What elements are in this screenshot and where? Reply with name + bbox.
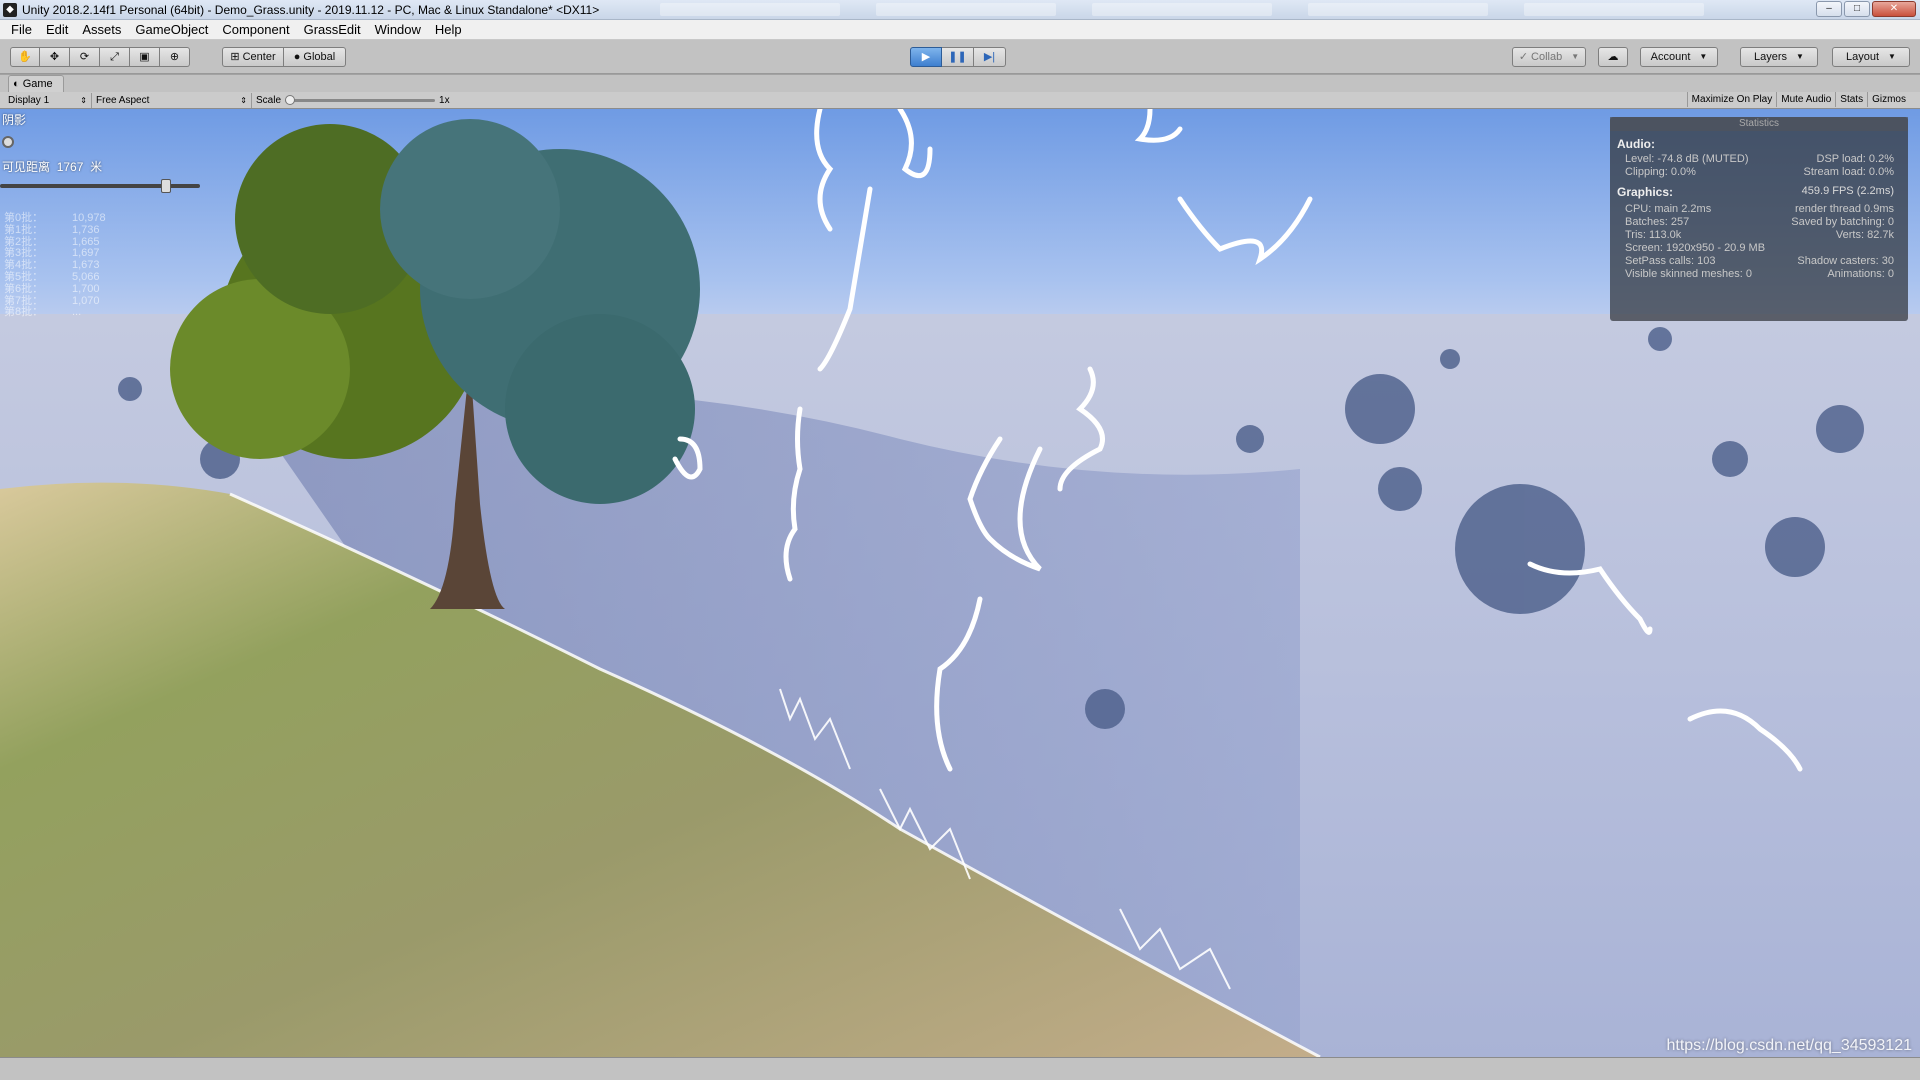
batch-counts: 第0批： 10,978 第1批： 1,736 第2批： 1,665 第3批： 1,697… [4,212,106,319]
stat-row: Visible skinned meshes: 0 Animations: 0 [1625,268,1894,280]
chevron-down-icon: ▼ [1699,52,1708,61]
rotate-icon: ⟳ [79,51,90,63]
tab-game[interactable]: ◐ Game [8,75,64,92]
aspect-dropdown[interactable]: Free Aspect ⇕ [92,92,252,108]
list-item: 第5批： 5,066 [4,270,100,283]
scale-control: Scale 1x [256,94,450,106]
pivot-tools: ⊞ Center ● Global [222,47,346,67]
hand-tool-button[interactable]: ✋ [10,47,40,67]
space-global-button[interactable]: ● Global [284,47,346,67]
stat-row: Batches: 257 Saved by batching: 0 [1625,216,1894,228]
menu-window[interactable]: Window [368,20,428,40]
rect-icon: ▣ [139,51,150,63]
chevron-down-icon: ▼ [1796,52,1804,61]
layers-dropdown[interactable]: Layers ▼ [1740,47,1818,67]
chevron-updown-icon: ⇕ [80,95,87,105]
statistics-header: Statistics [1610,117,1908,131]
chevron-down-icon: ▼ [1888,52,1896,61]
rect-tool-button[interactable]: ▣ [130,47,160,67]
check-icon: ✓ [1518,51,1529,63]
hand-icon: ✋ [18,51,32,63]
game-view-options: Maximize On Play Mute Audio Stats Gizmos [1686,92,1920,109]
cloud-icon: ☁ [1607,51,1619,63]
stats-toggle[interactable]: Stats [1835,92,1867,107]
menu-grassedit[interactable]: GrassEdit [297,20,368,40]
graphics-title-row: Graphics: 459.9 FPS (2.2ms) [1610,185,1908,199]
menu-help[interactable]: Help [428,20,469,40]
audio-title: Audio: [1617,137,1655,151]
unity-logo-icon: ◆ [3,2,17,17]
transform-icon: ⊕ [169,51,180,63]
chevron-updown-icon: ⇕ [240,95,247,105]
menu-file[interactable]: File [4,20,39,40]
close-button[interactable]: ✕ [1872,1,1916,17]
cloud-group: ☁ [1598,47,1628,67]
maximize-button[interactable]: □ [1844,1,1870,17]
mute-audio-toggle[interactable]: Mute Audio [1776,92,1835,107]
play-button[interactable]: ▶ [910,47,942,67]
layers-group: Layers ▼ [1740,47,1818,67]
stat-row: Clipping: 0.0% Stream load: 0.0% [1625,166,1894,178]
shadow-toggle[interactable] [2,136,14,148]
status-bar [0,1057,1920,1080]
graphics-title: Graphics: [1617,185,1674,199]
gamepad-icon: ◐ [13,78,23,90]
main-toolbar: ✋ ✥ ⟳ ⤢ ▣ ⊕ ⊞ Center ● Global ▶ ❚❚ ▶| ✓ Col… [0,40,1920,74]
stat-row: SetPass calls: 103 Shadow casters: 30 [1625,255,1894,267]
scale-slider[interactable] [285,94,436,105]
shadow-label: 阴影 [2,113,27,127]
game-tab-strip: ◐ Game [0,75,1920,92]
account-dropdown[interactable]: Account ▼ [1640,47,1718,67]
game-viewport[interactable]: 阴影 可见距离 1767 米 第0批： 10,978 第1批： 1,736 第2批：… [0,109,1920,1057]
move-icon: ✥ [49,51,60,63]
stat-row: Level: -74.8 dB (MUTED) DSP load: 0.2% [1625,153,1894,165]
game-view-toolbar: Display 1 ⇕ Free Aspect ⇕ Scale 1x Maximiz… [0,92,1920,109]
cloud-button[interactable]: ☁ [1598,47,1628,67]
pivot-icon: ⊞ [230,51,240,63]
stat-row: Tris: 113.0k Verts: 82.7k [1625,229,1894,241]
window-controls: – □ ✕ [1816,1,1916,17]
transform-tools: ✋ ✥ ⟳ ⤢ ▣ ⊕ [10,47,190,67]
layout-dropdown[interactable]: Layout ▼ [1832,47,1910,67]
playback-controls: ▶ ❚❚ ▶| [910,47,1006,67]
move-tool-button[interactable]: ✥ [40,47,70,67]
statistics-panel: Statistics Audio: Level: -74.8 dB (MUTED… [1610,117,1908,321]
maximize-on-play-toggle[interactable]: Maximize On Play [1686,92,1777,107]
display-dropdown[interactable]: Display 1 ⇕ [4,92,92,108]
chevron-down-icon: ▼ [1571,52,1580,61]
scale-icon: ⤢ [110,51,119,63]
collab-button[interactable]: ✓ Collab ▼ [1512,47,1586,67]
globe-icon: ● [293,51,301,63]
transform-tool-button[interactable]: ⊕ [160,47,190,67]
step-button[interactable]: ▶| [974,47,1006,67]
view-distance-readout: 可见距离 1767 米 [2,160,103,174]
menu-edit[interactable]: Edit [39,20,75,40]
pause-button[interactable]: ❚❚ [942,47,974,67]
rotate-tool-button[interactable]: ⟳ [70,47,100,67]
menu-assets[interactable]: Assets [75,20,128,40]
layout-group: Layout ▼ [1832,47,1910,67]
taskbar-ghost-tabs [660,3,1704,16]
stat-row: CPU: main 2.2ms render thread 0.9ms [1625,203,1894,215]
menu-component[interactable]: Component [215,20,296,40]
scale-slider-knob[interactable] [285,94,296,105]
menu-bar: File Edit Assets GameObject Component Gr… [0,20,1920,40]
list-item: 第8批：... [4,306,82,319]
minimize-button[interactable]: – [1816,1,1842,17]
watermark: https://blog.csdn.net/qq_34593121 [1666,1037,1912,1054]
list-item: 第1批： 1,736 [4,223,100,236]
collab-group: ✓ Collab ▼ [1512,47,1586,67]
stat-row: Screen: 1920x950 - 20.9 MB [1625,242,1766,254]
pivot-center-button[interactable]: ⊞ Center [222,47,284,67]
scale-tool-button[interactable]: ⤢ [100,47,130,67]
fps-readout: 459.9 FPS (2.2ms) [1801,185,1894,197]
account-group: Account ▼ [1640,47,1718,67]
view-distance-slider-knob[interactable] [161,179,171,193]
window-titlebar: ◆ Unity 2018.2.14f1 Personal (64bit) - D… [0,0,1920,20]
list-item: 第6批： 1,700 [4,282,100,295]
gizmos-dropdown[interactable]: Gizmos [1867,92,1920,107]
menu-gameobject[interactable]: GameObject [128,20,215,40]
view-distance-slider[interactable] [0,179,200,193]
window-title: Unity 2018.2.14f1 Personal (64bit) - Dem… [22,2,600,17]
